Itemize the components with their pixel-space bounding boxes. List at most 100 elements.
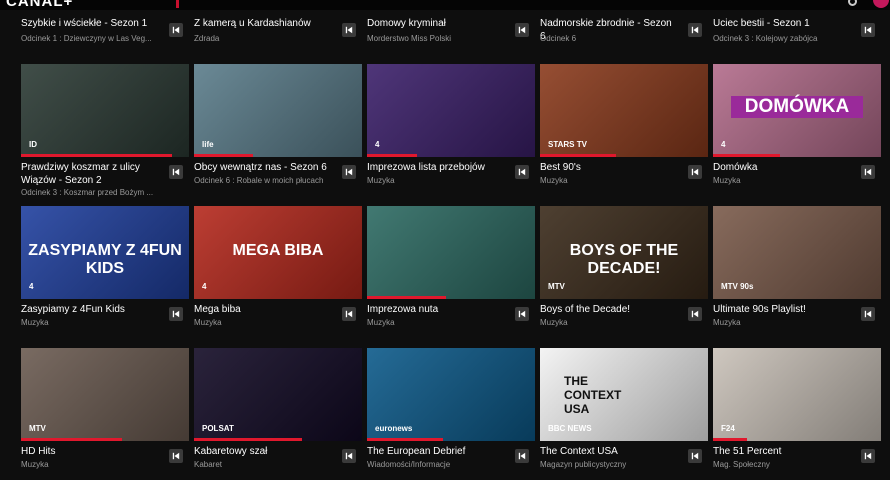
skip-back-icon [518, 305, 526, 323]
card[interactable]: Nadmorskie zbrodnie - Sezon 6 Odcinek 6 [540, 0, 708, 48]
channel-logo: life [202, 140, 214, 149]
thumbnail[interactable]: F24 [713, 348, 881, 441]
card[interactable]: life Obcy wewnątrz nas - Sezon 6 Odcinek 6… [194, 64, 362, 194]
card-subtitle: Odcinek 3 : Koszmar przed Bożym ... [21, 188, 154, 197]
card[interactable]: F24 The 51 Percent Mag. Społeczny [713, 348, 881, 478]
thumbnail[interactable]: ID [21, 64, 189, 157]
restart-button[interactable] [342, 165, 356, 179]
skip-back-icon [691, 447, 699, 465]
restart-button[interactable] [515, 165, 529, 179]
card[interactable]: STARS TV Best 90's Muzyka [540, 64, 708, 194]
thumbnail[interactable] [367, 206, 535, 299]
thumbnail-overlay-text: DOMÓWKA [731, 96, 863, 118]
card[interactable]: 4 Imprezowa lista przebojów Muzyka [367, 64, 535, 194]
restart-button[interactable] [688, 307, 702, 321]
card-title: Prawdziwy koszmar z ulicy Wiązów - Sezon… [21, 162, 140, 186]
card-subtitle: Muzyka [540, 176, 568, 185]
card-subtitle: Odcinek 6 : Robale w moich płucach [194, 176, 324, 185]
thumbnail-overlay-text: MEGA BIBA [232, 242, 324, 259]
thumbnail[interactable]: THE CONTEXT USA BBC NEWS [540, 348, 708, 441]
progress-bar [367, 296, 446, 299]
thumbnail-overlay-text: ZASYPIAMY Z 4FUN KIDS [28, 242, 182, 277]
thumbnail[interactable]: MTV [21, 348, 189, 441]
restart-button[interactable] [515, 307, 529, 321]
restart-button[interactable] [861, 23, 875, 37]
card-subtitle: Odcinek 3 : Kolejowy zabójca [713, 34, 818, 43]
thumbnail[interactable]: MTV 90s [713, 206, 881, 299]
restart-button[interactable] [688, 23, 702, 37]
skip-back-icon [691, 163, 699, 181]
card[interactable]: Uciec bestii - Sezon 1 Odcinek 3 : Kolejo… [713, 0, 881, 48]
restart-button[interactable] [169, 449, 183, 463]
thumbnail[interactable]: 4 [367, 64, 535, 157]
restart-button[interactable] [342, 23, 356, 37]
card-subtitle: Morderstwo Miss Polski [367, 34, 452, 43]
restart-button[interactable] [515, 449, 529, 463]
restart-button[interactable] [861, 307, 875, 321]
card-subtitle: Muzyka [21, 460, 49, 469]
skip-back-icon [691, 21, 699, 39]
skip-back-icon [172, 21, 180, 39]
restart-button[interactable] [342, 307, 356, 321]
restart-button[interactable] [169, 165, 183, 179]
thumbnail[interactable]: BOYS OF THE DECADE! MTV [540, 206, 708, 299]
skip-back-icon [172, 163, 180, 181]
card[interactable]: Imprezowa nuta Muzyka [367, 206, 535, 336]
progress-bar [194, 438, 302, 441]
thumbnail[interactable]: ZASYPIAMY Z 4FUN KIDS 4 [21, 206, 189, 299]
card[interactable]: THE CONTEXT USA BBC NEWS The Context USA Ma… [540, 348, 708, 478]
card[interactable]: POLSAT Kabaretowy szał Kabaret [194, 348, 362, 478]
restart-button[interactable] [861, 165, 875, 179]
progress-bar [367, 438, 443, 441]
card[interactable]: BOYS OF THE DECADE! MTV Boys of the Decade… [540, 206, 708, 336]
card-title: Imprezowa lista przebojów [367, 162, 485, 173]
card-title: The Context USA [540, 446, 618, 457]
restart-button[interactable] [688, 449, 702, 463]
channel-logo: POLSAT [202, 424, 234, 433]
card[interactable]: ID Prawdziwy koszmar z ulicy Wiązów - Sez… [21, 64, 189, 197]
card[interactable]: euronews The European Debrief Wiadomości/I… [367, 348, 535, 478]
thumbnail[interactable]: life [194, 64, 362, 157]
card[interactable]: ZASYPIAMY Z 4FUN KIDS 4 Zasypiamy z 4Fun K… [21, 206, 189, 336]
restart-button[interactable] [169, 23, 183, 37]
restart-button[interactable] [688, 165, 702, 179]
skip-back-icon [518, 163, 526, 181]
card-subtitle: Muzyka [21, 318, 49, 327]
progress-bar [713, 154, 781, 157]
card-subtitle: Odcinek 6 [540, 34, 577, 43]
thumbnail[interactable]: euronews [367, 348, 535, 441]
card[interactable]: MTV HD Hits Muzyka [21, 348, 189, 478]
channel-logo: ID [29, 140, 37, 149]
skip-back-icon [172, 305, 180, 323]
card[interactable]: Domowy kryminał Morderstwo Miss Polski [367, 0, 535, 48]
thumbnail[interactable]: MEGA BIBA 4 [194, 206, 362, 299]
card-title: The European Debrief [367, 446, 466, 457]
card-subtitle: Muzyka [194, 318, 222, 327]
skip-back-icon [691, 305, 699, 323]
card-title: Ultimate 90s Playlist! [713, 304, 806, 315]
card-subtitle: Muzyka [367, 176, 395, 185]
progress-bar [713, 438, 747, 441]
card[interactable]: MEGA BIBA 4 Mega biba Muzyka [194, 206, 362, 336]
thumbnail[interactable]: STARS TV [540, 64, 708, 157]
restart-button[interactable] [515, 23, 529, 37]
progress-bar [21, 438, 122, 441]
progress-bar [194, 154, 253, 157]
channel-logo: 4 [202, 282, 207, 291]
restart-button[interactable] [342, 449, 356, 463]
card[interactable]: DOMÓWKA 4 Domówka Muzyka [713, 64, 881, 194]
restart-button[interactable] [169, 307, 183, 321]
restart-button[interactable] [861, 449, 875, 463]
channel-logo: MTV 90s [721, 282, 754, 291]
card[interactable]: MTV 90s Ultimate 90s Playlist! Muzyka [713, 206, 881, 336]
card-title: Boys of the Decade! [540, 304, 631, 315]
thumbnail[interactable]: DOMÓWKA 4 [713, 64, 881, 157]
thumbnail[interactable]: POLSAT [194, 348, 362, 441]
card[interactable]: Z kamerą u Kardashianów Zdrada [194, 0, 362, 48]
card-subtitle: Muzyka [367, 318, 395, 327]
card[interactable]: Szybkie i wściekłe - Sezon 1 Odcinek 1 : … [21, 0, 189, 48]
card-title: Mega biba [194, 304, 241, 315]
card-title: Domówka [713, 162, 758, 173]
card-title: Kabaretowy szał [194, 446, 268, 457]
channel-logo: 4 [721, 140, 726, 149]
